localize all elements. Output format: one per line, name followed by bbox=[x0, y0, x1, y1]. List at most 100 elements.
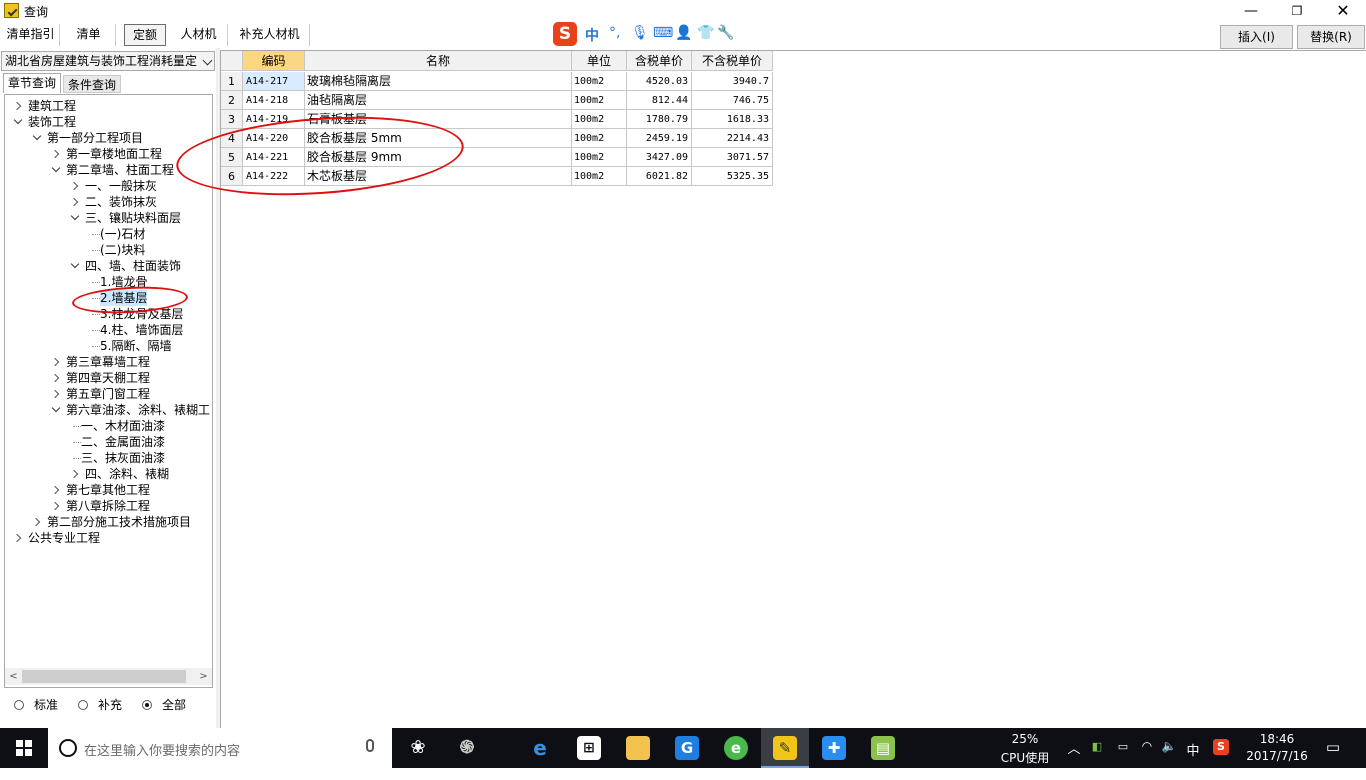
tree-item[interactable]: 二、装饰抹灰 bbox=[5, 194, 210, 210]
skin-shirt-icon[interactable]: 👕 bbox=[697, 25, 714, 41]
tree-item[interactable]: 一、一般抹灰 bbox=[5, 178, 210, 194]
tree-item[interactable]: 装饰工程 bbox=[5, 114, 210, 130]
price-tax-cell[interactable]: 2459.19 bbox=[627, 129, 692, 148]
ime-toolbar[interactable]: S 中 °, 🎙 ⌨ 👤 👕 🔧 bbox=[553, 21, 736, 47]
price-notax-cell[interactable]: 3071.57 bbox=[692, 148, 773, 167]
unit-cell[interactable]: 100m2 bbox=[572, 167, 627, 186]
microphone-icon[interactable]: 🎙 bbox=[631, 25, 649, 41]
tree-item[interactable]: 四、涂料、裱糊 bbox=[5, 466, 210, 482]
price-tax-cell[interactable]: 6021.82 bbox=[627, 167, 692, 186]
tree-item[interactable]: 4.柱、墙饰面层 bbox=[5, 322, 210, 338]
scrollbar-thumb[interactable] bbox=[22, 670, 186, 683]
unit-cell[interactable]: 100m2 bbox=[572, 148, 627, 167]
name-cell[interactable]: 玻璃棉毡隔离层 bbox=[305, 72, 572, 91]
taskbar-app-plus[interactable]: ✚ bbox=[810, 728, 858, 768]
price-tax-cell[interactable]: 1780.79 bbox=[627, 110, 692, 129]
price-notax-cell[interactable]: 1618.33 bbox=[692, 110, 773, 129]
column-header[interactable]: 编码 bbox=[243, 51, 305, 71]
unit-cell[interactable]: 100m2 bbox=[572, 129, 627, 148]
chevron-down-icon[interactable] bbox=[50, 162, 62, 178]
tree-item[interactable]: 第八章拆除工程 bbox=[5, 498, 210, 514]
code-cell[interactable]: A14-221 bbox=[243, 148, 305, 167]
tree-item[interactable]: 四、墙、柱面装饰 bbox=[5, 258, 210, 274]
chevron-right-icon[interactable] bbox=[50, 146, 62, 162]
microphone-icon[interactable] bbox=[366, 739, 374, 752]
price-notax-cell[interactable]: 5325.35 bbox=[692, 167, 773, 186]
row-number[interactable]: 6 bbox=[221, 167, 243, 186]
tree-item[interactable]: 建筑工程 bbox=[5, 98, 210, 114]
unit-cell[interactable]: 100m2 bbox=[572, 110, 627, 129]
taskbar-app-file-explorer[interactable] bbox=[614, 728, 662, 768]
battery-icon[interactable]: ▭ bbox=[1114, 740, 1132, 780]
price-notax-cell[interactable]: 3940.7 bbox=[692, 72, 773, 91]
chevron-down-icon[interactable] bbox=[12, 114, 24, 130]
tree-item[interactable]: 第一章楼地面工程 bbox=[5, 146, 210, 162]
code-cell[interactable]: A14-222 bbox=[243, 167, 305, 186]
tab-chapter-query[interactable]: 章节查询 bbox=[3, 73, 61, 93]
row-number[interactable]: 4 bbox=[221, 129, 243, 148]
tab-quota[interactable]: 定额 bbox=[124, 24, 166, 46]
chevron-down-icon[interactable] bbox=[69, 210, 81, 226]
tab-list-guide[interactable]: 清单指引 bbox=[2, 24, 60, 46]
column-header[interactable]: 不含税单价 bbox=[692, 51, 773, 71]
code-cell[interactable]: A14-218 bbox=[243, 91, 305, 110]
column-header[interactable]: 含税单价 bbox=[627, 51, 692, 71]
name-cell[interactable]: 胶合板基层 9mm bbox=[305, 148, 572, 167]
chevron-right-icon[interactable] bbox=[50, 354, 62, 370]
code-cell[interactable]: A14-217 bbox=[243, 72, 305, 91]
scroll-left-icon[interactable]: < bbox=[5, 668, 22, 685]
radio-supplement-dot[interactable] bbox=[78, 700, 88, 710]
tree-item[interactable]: 一、木材面油漆 bbox=[5, 418, 210, 434]
keyboard-icon[interactable]: ⌨ bbox=[653, 25, 673, 41]
chevron-down-icon[interactable] bbox=[50, 402, 62, 418]
tree-horizontal-scrollbar[interactable]: < > bbox=[5, 668, 212, 685]
taskbar-search-box[interactable]: 在这里输入你要搜索的内容 bbox=[48, 728, 392, 768]
tree-item[interactable]: 第六章油漆、涂料、裱糊工 bbox=[5, 402, 210, 418]
taskbar-app-sogou-explorer[interactable]: ֍ bbox=[443, 728, 491, 768]
tab-list[interactable]: 清单 bbox=[62, 24, 116, 46]
tree-item[interactable]: 三、抹灰面油漆 bbox=[5, 450, 210, 466]
task-view-button[interactable]: ❀ bbox=[394, 728, 442, 768]
chevron-right-icon[interactable] bbox=[31, 514, 43, 530]
user-icon[interactable]: 👤 bbox=[675, 25, 692, 41]
ime-punctuation-indicator[interactable]: °, bbox=[609, 25, 620, 41]
chevron-right-icon[interactable] bbox=[69, 178, 81, 194]
name-cell[interactable]: 木芯板基层 bbox=[305, 167, 572, 186]
taskbar-app-360-browser[interactable]: e bbox=[712, 728, 760, 768]
unit-cell[interactable]: 100m2 bbox=[572, 72, 627, 91]
taskbar-app-store[interactable]: ⊞ bbox=[565, 728, 613, 768]
tree-item[interactable]: 第二章墙、柱面工程 bbox=[5, 162, 210, 178]
taskbar-app-edge[interactable]: e bbox=[516, 728, 564, 768]
tree-item[interactable]: (一)石材 bbox=[5, 226, 210, 242]
name-cell[interactable]: 石膏板基层 bbox=[305, 110, 572, 129]
tree-item[interactable]: 公共专业工程 bbox=[5, 530, 210, 546]
row-number[interactable]: 5 bbox=[221, 148, 243, 167]
tree-item[interactable]: (二)块料 bbox=[5, 242, 210, 258]
chevron-right-icon[interactable] bbox=[12, 530, 24, 546]
taskbar-app-notes[interactable]: ▤ bbox=[859, 728, 907, 768]
price-tax-cell[interactable]: 4520.03 bbox=[627, 72, 692, 91]
replace-button[interactable]: 替换(R) bbox=[1297, 25, 1365, 49]
column-header[interactable]: 单位 bbox=[572, 51, 627, 71]
tab-condition-query[interactable]: 条件查询 bbox=[63, 75, 121, 93]
name-cell[interactable]: 油毡隔离层 bbox=[305, 91, 572, 110]
tree-item[interactable]: 第二部分施工技术措施项目 bbox=[5, 514, 210, 530]
tree-item[interactable]: 第四章天棚工程 bbox=[5, 370, 210, 386]
clock-date[interactable]: 2017/7/16 bbox=[1242, 749, 1312, 763]
start-button[interactable] bbox=[0, 728, 48, 768]
show-hidden-icons-chevron-icon[interactable]: ︿ bbox=[1066, 738, 1082, 778]
chevron-right-icon[interactable] bbox=[69, 194, 81, 210]
tree-item[interactable]: 1.墙龙骨 bbox=[5, 274, 210, 290]
tree-item[interactable]: 5.隔断、隔墙 bbox=[5, 338, 210, 354]
tree-item[interactable]: 第七章其他工程 bbox=[5, 482, 210, 498]
tree-item[interactable]: 第一部分工程项目 bbox=[5, 130, 210, 146]
chevron-right-icon[interactable] bbox=[50, 370, 62, 386]
price-notax-cell[interactable]: 2214.43 bbox=[692, 129, 773, 148]
wifi-icon[interactable]: ◠ bbox=[1138, 739, 1156, 779]
radio-all-dot[interactable] bbox=[142, 700, 152, 710]
clock-time[interactable]: 18:46 bbox=[1246, 732, 1308, 746]
chevron-right-icon[interactable] bbox=[69, 466, 81, 482]
insert-button[interactable]: 插入(I) bbox=[1220, 25, 1293, 49]
volume-icon[interactable]: 🔈 bbox=[1160, 739, 1178, 779]
dictionary-select[interactable]: 湖北省房屋建筑与装饰工程消耗量定 bbox=[1, 51, 215, 71]
